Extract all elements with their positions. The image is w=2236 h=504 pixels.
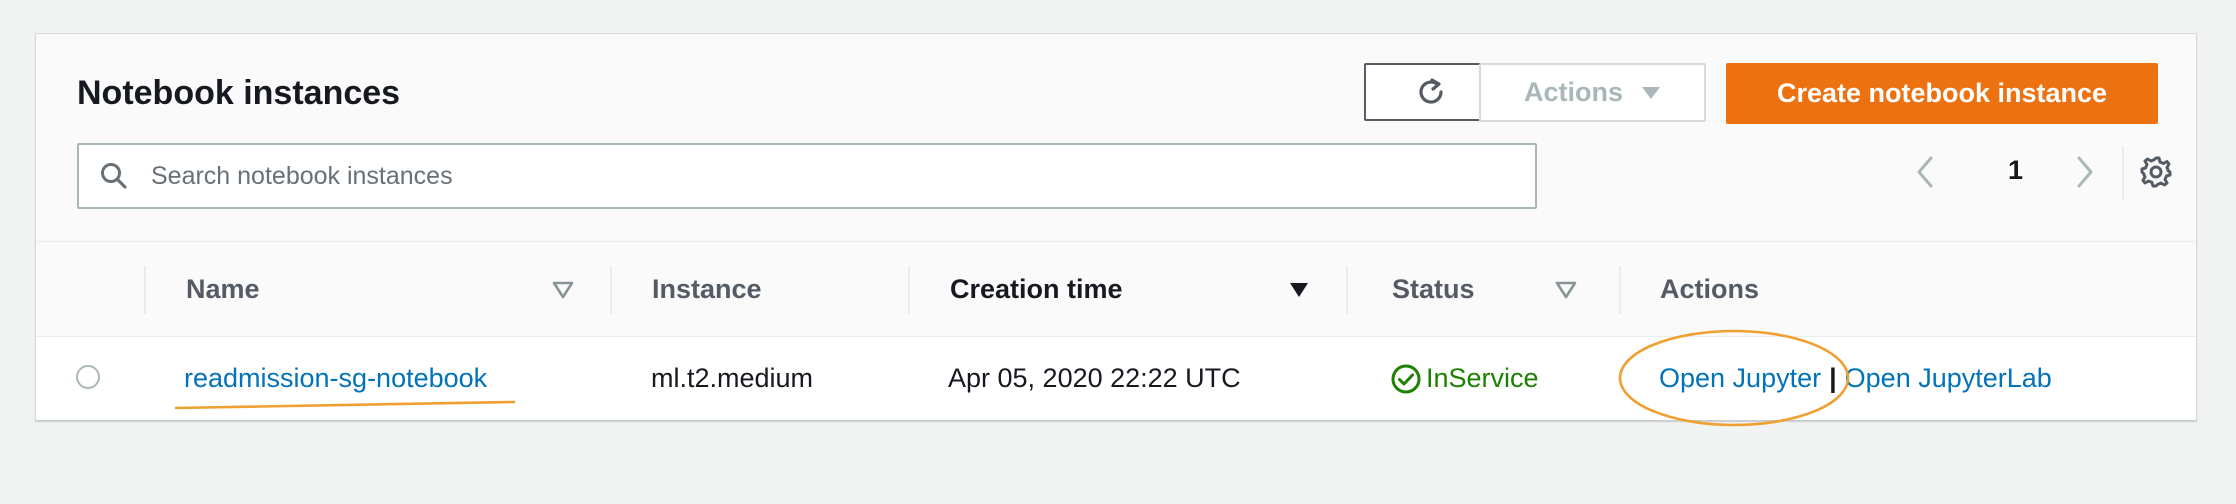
notebook-name-link[interactable]: readmission-sg-notebook — [184, 363, 487, 394]
chevron-left-icon — [1917, 156, 1933, 188]
table-row: readmission-sg-notebook ml.t2.medium Apr… — [36, 329, 2196, 427]
column-header-creation-time[interactable]: Creation time — [950, 242, 1123, 337]
refresh-icon — [1419, 78, 1443, 104]
table-header: Name Instance Creation time Status Actio… — [36, 242, 2196, 337]
column-header-status[interactable]: Status — [1392, 242, 1475, 337]
status-cell: InService — [1390, 337, 1539, 420]
page-title: Notebook instances — [77, 74, 401, 112]
chevron-right-icon — [2077, 156, 2093, 188]
actions-dropdown-button[interactable]: Actions — [1479, 63, 1706, 122]
panel-header: Notebook instances Actions Create notebo… — [36, 34, 2196, 242]
open-jupyterlab-link[interactable]: Open JupyterLab — [1845, 363, 2052, 394]
creation-time-cell: Apr 05, 2020 22:22 UTC — [948, 363, 1241, 393]
column-header-name[interactable]: Name — [186, 242, 260, 337]
next-page-button[interactable] — [2069, 152, 2099, 197]
search-box — [77, 143, 1537, 209]
search-input[interactable] — [149, 160, 1535, 192]
circle-annotation — [1618, 329, 1850, 427]
notebook-instances-panel: Notebook instances Actions Create notebo… — [35, 33, 2197, 427]
status-text: InService — [1426, 363, 1539, 393]
sort-descending-icon[interactable] — [1288, 280, 1310, 300]
row-select-radio[interactable] — [76, 365, 100, 389]
column-separator — [1619, 266, 1621, 314]
instance-type-cell: ml.t2.medium — [651, 363, 814, 393]
create-notebook-instance-button[interactable]: Create notebook instance — [1726, 63, 2158, 124]
sort-unsorted-icon[interactable] — [552, 280, 574, 300]
caret-down-icon — [1642, 86, 1660, 99]
pagination-divider — [2122, 146, 2124, 200]
column-separator — [610, 266, 612, 314]
underline-annotation — [174, 400, 516, 410]
refresh-button[interactable] — [1364, 63, 1498, 121]
column-separator — [144, 266, 146, 314]
search-icon — [79, 161, 149, 191]
sort-unsorted-icon[interactable] — [1555, 280, 1577, 300]
current-page-number[interactable]: 1 — [2008, 155, 2023, 186]
gear-icon — [2140, 156, 2172, 188]
check-circle-icon — [1391, 364, 1421, 393]
column-header-instance: Instance — [652, 274, 762, 304]
actions-button-label: Actions — [1523, 77, 1623, 107]
preferences-button[interactable] — [2139, 155, 2173, 194]
column-separator — [908, 266, 910, 314]
column-separator — [1346, 266, 1348, 314]
previous-page-button[interactable] — [1911, 152, 1941, 197]
